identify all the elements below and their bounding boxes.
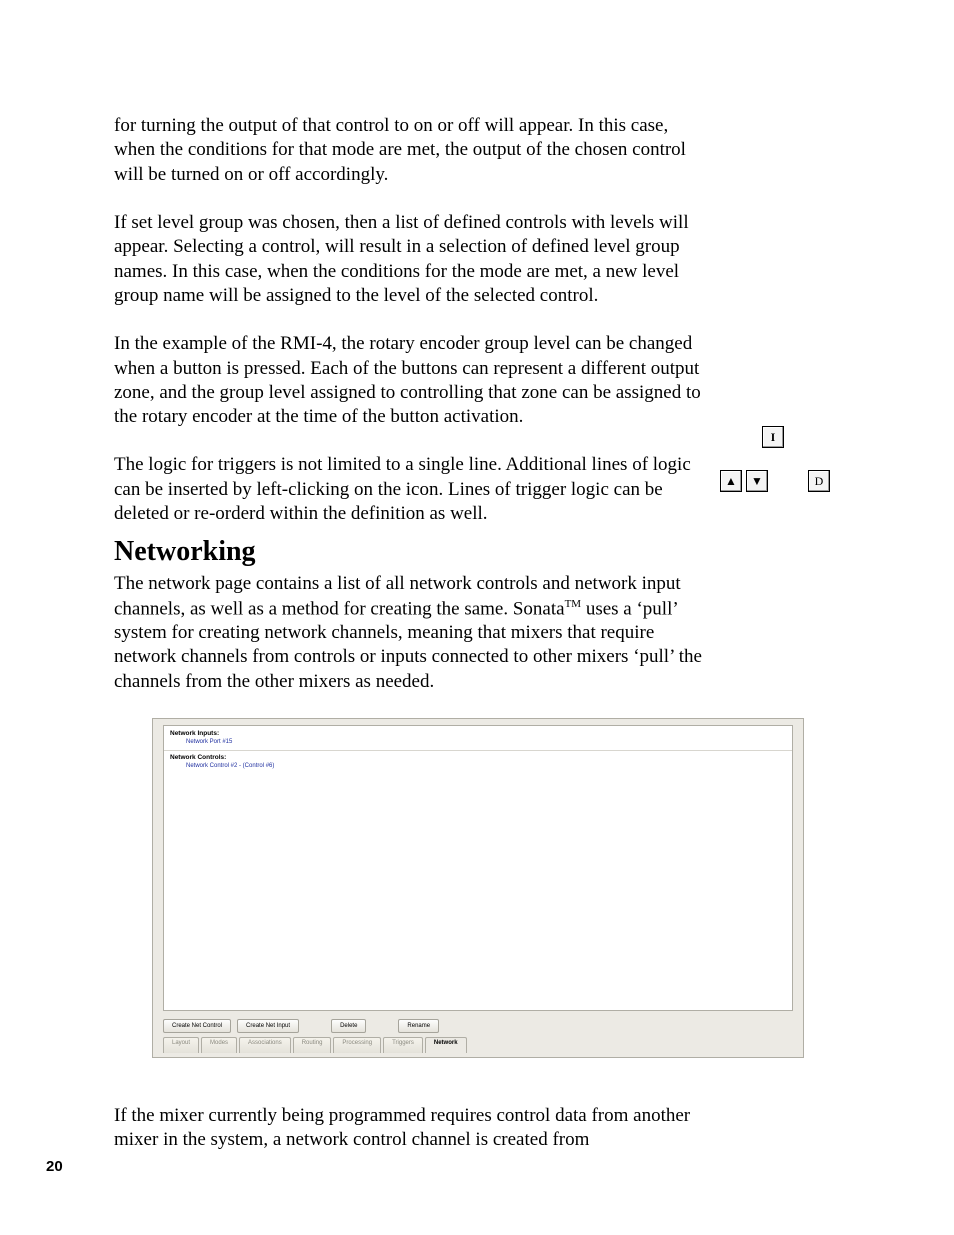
body-column: If the mixer currently being programmed … [114,1104,704,1153]
network-control-item[interactable]: Network Control #2 - (Control #6) [186,763,274,769]
delete-button[interactable]: Delete [331,1019,366,1033]
paragraph: for turning the output of that control t… [114,114,704,187]
trademark-symbol: TM [565,598,582,610]
tab-row: Layout Modes Associations Routing Proces… [163,1037,793,1053]
paragraph: The network page contains a list of all … [114,572,704,694]
tab-modes[interactable]: Modes [201,1037,237,1053]
paragraph: In the example of the RMI-4, the rotary … [114,332,704,429]
tab-network[interactable]: Network [425,1037,467,1053]
down-arrow-icon: ▼ [746,470,768,492]
app-panel: Network Inputs: Network Port #15 Network… [163,725,793,1011]
delete-icon: D [808,470,830,492]
tab-triggers[interactable]: Triggers [383,1037,423,1053]
tab-layout[interactable]: Layout [163,1037,199,1053]
app-screenshot: Network Inputs: Network Port #15 Network… [152,718,804,1058]
body-column: for turning the output of that control t… [114,114,704,694]
paragraph: The logic for triggers is not limited to… [114,453,704,526]
network-controls-label: Network Controls: [170,754,226,761]
tab-processing[interactable]: Processing [333,1037,381,1053]
margin-icons: I ▲ ▼ D [720,426,840,492]
insert-icon: I [762,426,784,448]
up-arrow-icon: ▲ [720,470,742,492]
paragraph: If set level group was chosen, then a li… [114,211,704,308]
button-row: Create Net Control Create Net Input Dele… [163,1019,793,1033]
network-input-item[interactable]: Network Port #15 [186,739,232,745]
page: for turning the output of that control t… [0,0,954,1235]
create-net-input-button[interactable]: Create Net Input [237,1019,299,1033]
page-number: 20 [46,1158,63,1175]
create-net-control-button[interactable]: Create Net Control [163,1019,231,1033]
network-inputs-label: Network Inputs: [170,730,219,737]
tab-associations[interactable]: Associations [239,1037,291,1053]
section-heading-networking: Networking [114,534,704,570]
paragraph: If the mixer currently being programmed … [114,1104,704,1153]
rename-button[interactable]: Rename [398,1019,439,1033]
tab-routing[interactable]: Routing [293,1037,332,1053]
